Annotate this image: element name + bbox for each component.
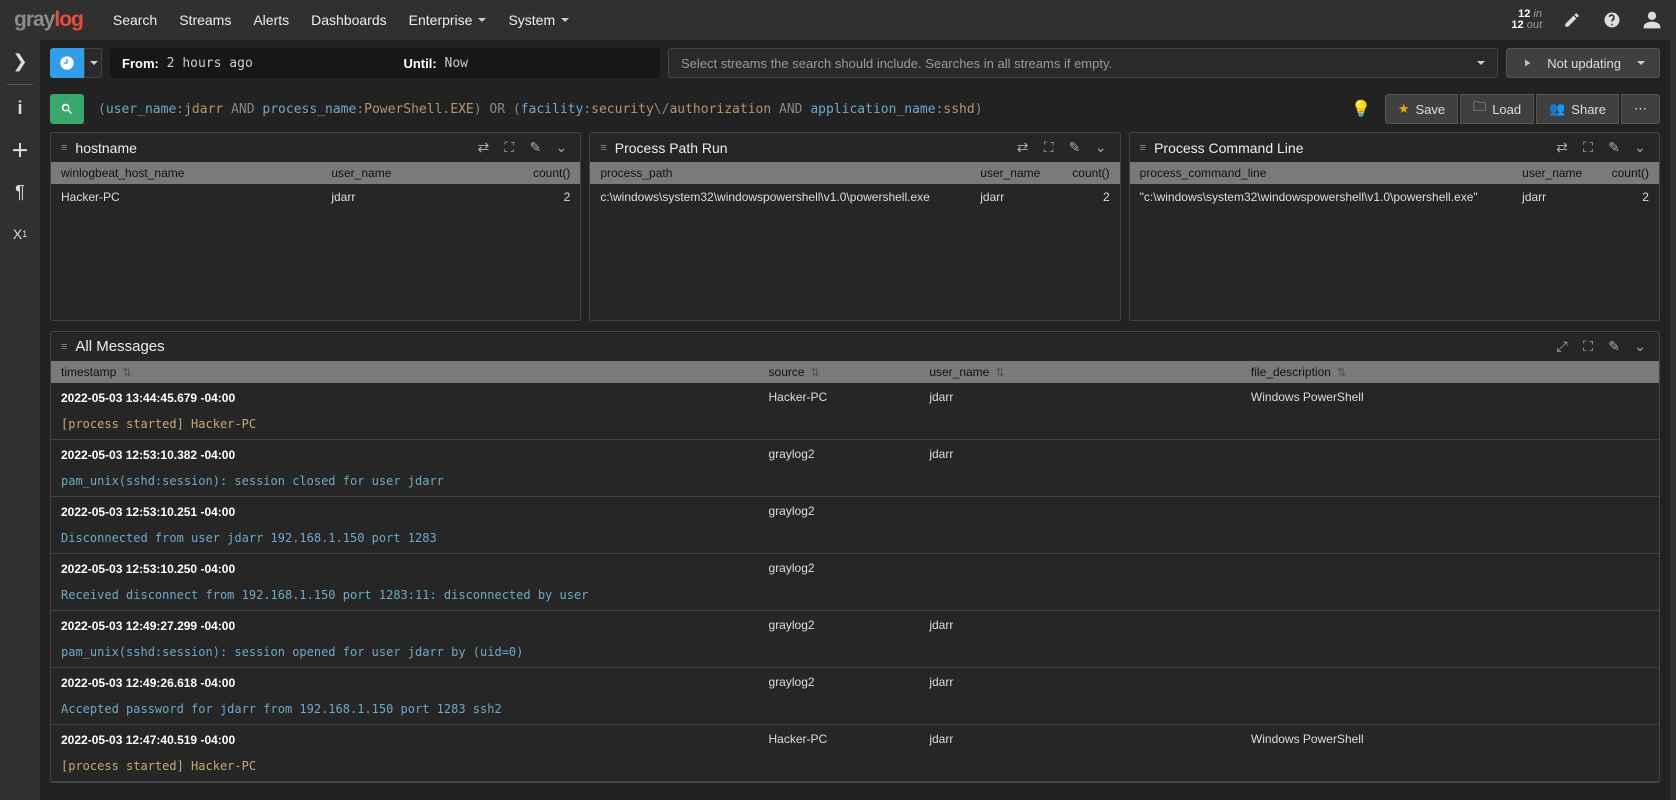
drag-icon[interactable]: ≡ (600, 142, 606, 154)
col-header[interactable]: count() (472, 162, 580, 184)
panel-title: Process Path Run (615, 140, 728, 156)
expand-icon[interactable]: ⛶ (1579, 139, 1597, 156)
save-button[interactable]: ★Save (1385, 94, 1458, 124)
nav-search[interactable]: Search (113, 12, 157, 28)
message-row[interactable]: 2022-05-03 12:47:40.519 -04:00Hacker-PCj… (51, 725, 1659, 782)
nav-enterprise[interactable]: Enterprise (409, 12, 487, 28)
user-icon[interactable] (1642, 10, 1662, 30)
data-panel: ≡ Process Command Line ⇄ ⛶ ✎ ⌄ process_command… (1129, 132, 1660, 321)
query-toolbar: (user_name:jdarr AND process_name:PowerS… (40, 86, 1670, 132)
folder-icon: 🗀 (1473, 98, 1486, 120)
message-row[interactable]: 2022-05-03 12:49:27.299 -04:00graylog2jd… (51, 611, 1659, 668)
message-row[interactable]: 2022-05-03 13:44:45.679 -04:00Hacker-PCj… (51, 383, 1659, 440)
chevron-down-icon[interactable]: ⌄ (1631, 338, 1649, 355)
share-icon: 👥 (1549, 101, 1565, 117)
nav-streams[interactable]: Streams (179, 12, 231, 28)
message-row[interactable]: 2022-05-03 12:53:10.250 -04:00graylog2Re… (51, 554, 1659, 611)
swap-icon[interactable]: ⇄ (1553, 139, 1571, 156)
streams-select[interactable]: Select streams the search should include… (668, 48, 1498, 78)
col-user[interactable]: user_name⇅ (919, 361, 1241, 383)
io-counter: 12 in 12 out (1511, 9, 1542, 31)
chevron-down-icon[interactable]: ⌄ (552, 139, 570, 156)
drag-icon[interactable]: ≡ (1140, 142, 1146, 154)
expand-icon[interactable]: ❯ (9, 50, 31, 72)
nav-items: Search Streams Alerts Dashboards Enterpr… (113, 12, 569, 28)
nav-alerts[interactable]: Alerts (253, 12, 289, 28)
col-timestamp[interactable]: timestamp⇅ (51, 361, 759, 383)
main-area: From: 2 hours ago Until: Now Select stre… (40, 40, 1676, 800)
table-row[interactable]: c:\windows\system32\windowspowershell\v1… (590, 184, 1119, 210)
star-icon: ★ (1398, 101, 1410, 117)
message-row[interactable]: 2022-05-03 12:49:26.618 -04:00graylog2jd… (51, 668, 1659, 725)
caret-icon (1637, 61, 1645, 65)
query-input[interactable]: (user_name:jdarr AND process_name:PowerS… (92, 102, 1337, 117)
panel-title: Process Command Line (1154, 140, 1303, 156)
col-header[interactable]: user_name (1512, 162, 1598, 184)
search-button[interactable] (50, 94, 84, 124)
table-row[interactable]: Hacker-PCjdarr2 (51, 184, 580, 210)
edit-icon[interactable] (1562, 10, 1582, 30)
data-panel: ≡ Process Path Run ⇄ ⛶ ✎ ⌄ process_pathuser_na… (589, 132, 1120, 321)
paragraph-icon[interactable]: ¶ (9, 181, 31, 203)
load-button[interactable]: 🗀Load (1460, 94, 1534, 124)
hint-icon[interactable]: 💡 (1345, 99, 1377, 119)
caret-icon (561, 18, 569, 22)
data-panel: ≡ hostname ⇄ ⛶ ✎ ⌄ winlogbeat_host_nameuser_na… (50, 132, 581, 321)
table-row[interactable]: "c:\windows\system32\windowspowershell\v… (1130, 184, 1659, 210)
caret-icon (1477, 61, 1485, 65)
message-row[interactable]: 2022-05-03 12:53:10.382 -04:00graylog2jd… (51, 440, 1659, 497)
chevron-down-icon[interactable]: ⌄ (1631, 139, 1649, 156)
expand-icon[interactable]: ⛶ (1579, 338, 1597, 355)
col-fd[interactable]: file_description⇅ (1241, 361, 1659, 383)
col-header[interactable]: user_name (321, 162, 472, 184)
time-dropdown[interactable] (84, 48, 102, 78)
drag-icon[interactable]: ≡ (61, 142, 67, 154)
top-nav: graylog Search Streams Alerts Dashboards… (0, 0, 1676, 40)
caret-icon (478, 18, 486, 22)
add-icon[interactable]: ＋ (9, 139, 31, 161)
edit-icon[interactable]: ✎ (1066, 139, 1084, 156)
panel-title: All Messages (75, 338, 164, 355)
info-icon[interactable]: i (9, 97, 31, 119)
col-header[interactable]: process_command_line (1130, 162, 1513, 184)
col-source[interactable]: source⇅ (759, 361, 920, 383)
time-toolbar: From: 2 hours ago Until: Now Select stre… (40, 40, 1670, 86)
nav-system[interactable]: System (508, 12, 569, 28)
col-header[interactable]: process_path (590, 162, 970, 184)
variable-icon[interactable]: X1 (9, 223, 31, 245)
expand-icon[interactable]: ⛶ (1040, 139, 1058, 156)
col-header[interactable]: user_name (970, 162, 1057, 184)
edit-icon[interactable]: ✎ (1605, 338, 1623, 355)
update-button[interactable]: Not updating (1506, 48, 1660, 78)
chevron-down-icon[interactable]: ⌄ (1092, 139, 1110, 156)
message-row[interactable]: 2022-05-03 12:53:10.251 -04:00graylog2Di… (51, 497, 1659, 554)
nav-dashboards[interactable]: Dashboards (311, 12, 387, 28)
help-icon[interactable] (1602, 10, 1622, 30)
time-range[interactable]: From: 2 hours ago Until: Now (110, 48, 660, 78)
messages-panel: ≡ All Messages ⤢ ⛶ ✎ ⌄ timestamp⇅ source… (50, 331, 1660, 783)
expand-icon[interactable]: ⛶ (500, 139, 518, 156)
left-rail: ❯ i ＋ ¶ X1 (0, 40, 40, 800)
panel-row: ≡hostname⇄⛶✎⌄winlogbeat_host_nameuser_na… (40, 132, 1670, 321)
share-button[interactable]: 👥Share (1536, 94, 1619, 124)
time-button[interactable] (50, 48, 84, 78)
edit-icon[interactable]: ✎ (526, 139, 544, 156)
messages-table: timestamp⇅ source⇅ user_name⇅ file_descr… (51, 361, 1659, 782)
col-header[interactable]: count() (1598, 162, 1659, 184)
col-header[interactable]: winlogbeat_host_name (51, 162, 321, 184)
panel-title: hostname (75, 140, 136, 156)
swap-icon[interactable]: ⇄ (1014, 139, 1032, 156)
more-button[interactable]: ⋯ (1621, 94, 1660, 124)
replay-icon[interactable]: ⤢ (1553, 338, 1571, 355)
drag-icon[interactable]: ≡ (61, 341, 67, 353)
swap-icon[interactable]: ⇄ (474, 139, 492, 156)
edit-icon[interactable]: ✎ (1605, 139, 1623, 156)
logo[interactable]: graylog (14, 8, 83, 32)
col-header[interactable]: count() (1057, 162, 1119, 184)
